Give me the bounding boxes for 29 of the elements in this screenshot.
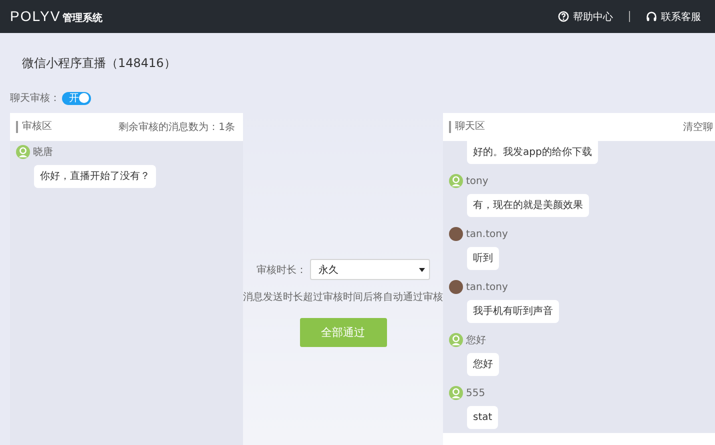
message-bubble: 听到 xyxy=(467,247,499,270)
duration-select[interactable]: 永久 xyxy=(310,259,430,280)
help-icon xyxy=(558,11,569,22)
headset-icon xyxy=(646,11,657,22)
clear-chat-link[interactable]: 清空聊 xyxy=(683,120,713,134)
message-bubble: 有，现在的就是美颜效果 xyxy=(467,194,589,217)
panel-title: 聊天区 xyxy=(449,121,485,133)
user-name: tan.tony xyxy=(466,228,508,240)
system-name: 管理系统 xyxy=(62,12,103,25)
dropdown-arrow-icon xyxy=(418,268,424,272)
remaining-count: 剩余审核的消息数为：1条 xyxy=(118,120,235,134)
user-name: 555 xyxy=(466,388,486,398)
user-name: 晓唐 xyxy=(33,146,53,159)
header-link[interactable]: 帮助中心 xyxy=(573,10,613,24)
page-title: 微信小程序直播（148416） xyxy=(22,55,177,71)
logo-text: POLYV xyxy=(10,8,61,24)
user-name: tan.tony xyxy=(466,282,508,292)
header-link[interactable]: 联系客服 xyxy=(661,10,701,24)
message-bubble: 好的。我发app的给你下载 xyxy=(467,141,598,164)
duration-hint: 消息发送时长超过审核时间后将自动通过审核 xyxy=(243,290,443,304)
message-bubble: 我手机有听到声音 xyxy=(467,300,559,323)
user-name: tony xyxy=(466,176,488,186)
panel-title: 审核区 xyxy=(16,121,52,133)
user-name: 您好 xyxy=(466,334,486,347)
chat-review-label: 聊天审核： xyxy=(10,92,60,105)
message-bubble: 你好，直播开始了没有？ xyxy=(34,165,156,188)
message-bubble: 您好 xyxy=(467,353,499,376)
duration-label: 审核时长： xyxy=(256,264,306,276)
message-bubble: stat xyxy=(467,406,498,429)
